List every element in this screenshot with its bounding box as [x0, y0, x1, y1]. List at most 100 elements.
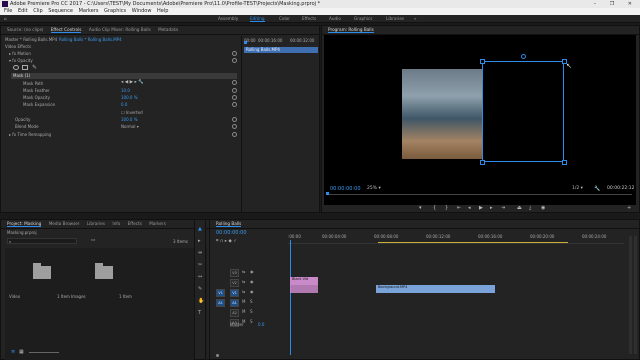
reset-icon[interactable] — [232, 88, 237, 93]
workspace-audio[interactable]: Audio — [329, 16, 341, 21]
timeline-ruler[interactable]: :00:00 00:00:04:00 00:00:08:00 00:00:12:… — [288, 234, 624, 244]
mark-in-icon[interactable]: { — [433, 205, 436, 211]
ec-playhead[interactable] — [244, 41, 247, 44]
eye-icon[interactable]: ◉ — [250, 269, 254, 274]
icon-view-icon[interactable]: ▦ — [19, 349, 24, 355]
eye-icon[interactable]: ◉ — [250, 289, 254, 294]
add-marker-icon[interactable]: ▾ — [419, 205, 422, 211]
project-search-input[interactable]: ⌕ — [7, 238, 77, 244]
effect-motion[interactable]: ▸ fx Motion — [9, 51, 31, 56]
export-frame-icon[interactable]: ◉ — [541, 205, 545, 211]
track-target-v3[interactable]: V3 — [230, 269, 239, 277]
tab-media-browser[interactable]: Media Browser — [49, 221, 80, 226]
mask-expansion-value[interactable]: 0.0 — [121, 102, 127, 107]
list-view-icon[interactable]: ≣ — [11, 349, 15, 355]
reset-icon[interactable] — [232, 80, 237, 85]
track-target-v2[interactable]: V2 — [230, 279, 239, 287]
toggle-sync-lock-icon[interactable]: ⇆ — [242, 269, 245, 274]
rectangle-mask-icon[interactable] — [22, 65, 28, 70]
go-to-in-icon[interactable]: ⇤ — [457, 205, 461, 211]
window-controls[interactable]: – ❐ ✕ — [594, 0, 638, 8]
solo-icon[interactable]: S — [250, 309, 253, 314]
workspace-more[interactable]: » — [414, 16, 417, 21]
toggle-sync-lock-icon[interactable]: ⇆ — [242, 279, 245, 284]
mask-selected-row[interactable]: Mask (1) — [11, 73, 237, 79]
reset-icon[interactable] — [232, 51, 237, 56]
zoom-handle[interactable] — [216, 354, 219, 357]
new-search-bin-icon[interactable]: ▭ — [91, 238, 95, 243]
tab-effect-controls[interactable]: Effect Controls — [50, 27, 82, 33]
program-monitor-title[interactable]: Program: Rolling Balls — [328, 27, 374, 33]
ec-clip-bar[interactable]: Rolling Balls.MP4 — [244, 47, 318, 53]
master-track-value[interactable]: 0.0 — [258, 322, 264, 327]
tab-audio-clip-mixer[interactable]: Audio Clip Mixer: Rolling Balls — [89, 27, 151, 32]
step-forward-icon[interactable]: ▸ — [490, 205, 493, 211]
track-target-v1[interactable]: V1 — [230, 289, 239, 297]
extract-icon[interactable]: ⤓ — [529, 205, 531, 211]
clip-path-sequence[interactable]: Rolling Balls * Rolling Balls.MP4 — [59, 37, 122, 42]
thumbnail-zoom-slider[interactable] — [29, 352, 59, 353]
mute-icon[interactable]: M — [242, 299, 245, 304]
tab-source[interactable]: Source: (no clips) — [7, 27, 43, 32]
reset-icon[interactable] — [232, 58, 237, 63]
program-timecode[interactable]: 00:00:00:00 — [330, 186, 361, 192]
mask-handle[interactable] — [480, 59, 485, 64]
play-icon[interactable]: ▶ — [479, 205, 483, 211]
resolution-select[interactable]: 1/2 ▾ — [572, 186, 583, 191]
program-ruler[interactable] — [326, 194, 632, 197]
eye-icon[interactable]: ◉ — [250, 279, 254, 284]
menu-file[interactable]: File — [4, 8, 12, 14]
tab-metadata[interactable]: Metadata — [158, 27, 178, 32]
toggle-sync-lock-icon[interactable]: ⇆ — [242, 289, 245, 294]
workspace-effects[interactable]: Effects — [302, 16, 316, 21]
track-select-tool-icon[interactable]: ▸ — [198, 238, 204, 244]
settings-icon[interactable]: 🔧 — [594, 186, 600, 192]
workspace-color[interactable]: Color — [279, 16, 290, 21]
mute-icon[interactable]: M — [242, 309, 245, 314]
razor-tool-icon[interactable]: ✂ — [198, 262, 204, 268]
mask-opacity-value[interactable]: 100.0 % — [121, 95, 138, 100]
mark-out-icon[interactable]: } — [445, 205, 448, 211]
solo-icon[interactable]: S — [250, 299, 253, 304]
selection-tool-icon[interactable]: ▲ — [198, 226, 204, 232]
type-tool-icon[interactable]: T — [198, 310, 204, 316]
tab-markers[interactable]: Markers — [149, 221, 166, 226]
mask-feather-value[interactable]: 10.0 — [121, 88, 130, 93]
workspace-graphics[interactable]: Graphics — [354, 16, 373, 21]
home-icon[interactable]: ⌂ — [4, 16, 7, 21]
work-area-bar[interactable] — [378, 242, 568, 243]
solo-icon[interactable]: S — [250, 319, 253, 324]
effect-controls-timeline[interactable]: 00:00 00:00:16:00 00:00:32:00 Rolling Ba… — [241, 36, 319, 212]
effect-opacity[interactable]: ▾ fx Opacity — [9, 58, 33, 63]
mask-path-tracking-controls[interactable]: ◂ ◀ ▶ ▸ 🔧 — [121, 80, 165, 86]
clip-path-master[interactable]: Master * Rolling Balls.MP4 — [5, 37, 57, 42]
hand-tool-icon[interactable]: ✋ — [198, 298, 204, 304]
timeline-playhead[interactable] — [290, 240, 291, 355]
timeline-zoom-scrollbar[interactable] — [216, 353, 276, 358]
mask-handle[interactable] — [562, 160, 567, 165]
tab-effects[interactable]: Effects — [128, 221, 142, 226]
source-patch-v1[interactable]: V1 — [216, 289, 225, 297]
ellipse-mask-icon[interactable] — [13, 65, 19, 70]
button-editor-icon[interactable]: + — [627, 205, 631, 211]
reset-icon[interactable] — [232, 102, 237, 107]
menu-graphics[interactable]: Graphics — [104, 8, 126, 14]
reset-icon[interactable] — [232, 95, 237, 100]
timeline-tools[interactable]: ⌗ ∩ ▸ ◆ ✓ — [216, 238, 278, 244]
menu-help[interactable]: Help — [157, 8, 168, 14]
mask-feather-handle[interactable] — [521, 54, 526, 59]
pen-tool-icon[interactable]: ✎ — [198, 286, 204, 292]
reset-icon[interactable] — [232, 117, 237, 122]
track-target-a1[interactable]: A1 — [230, 299, 239, 307]
menu-markers[interactable]: Markers — [79, 8, 99, 14]
zoom-select[interactable]: 25% ▾ — [367, 186, 381, 191]
opacity-value[interactable]: 100.0 % — [121, 117, 138, 122]
tab-project[interactable]: Project: Masking — [7, 221, 42, 227]
slip-tool-icon[interactable]: ↔ — [198, 274, 204, 280]
pen-mask-icon[interactable]: ✎ — [32, 64, 37, 71]
workspace-assembly[interactable]: Assembly — [218, 16, 238, 21]
workspace-libraries[interactable]: Libraries — [386, 16, 404, 21]
menu-window[interactable]: Window — [132, 8, 152, 14]
effect-time-remapping[interactable]: ▸ fx Time Remapping — [9, 132, 51, 137]
inverted-checkbox-row[interactable]: ☐ Inverted — [121, 110, 143, 115]
